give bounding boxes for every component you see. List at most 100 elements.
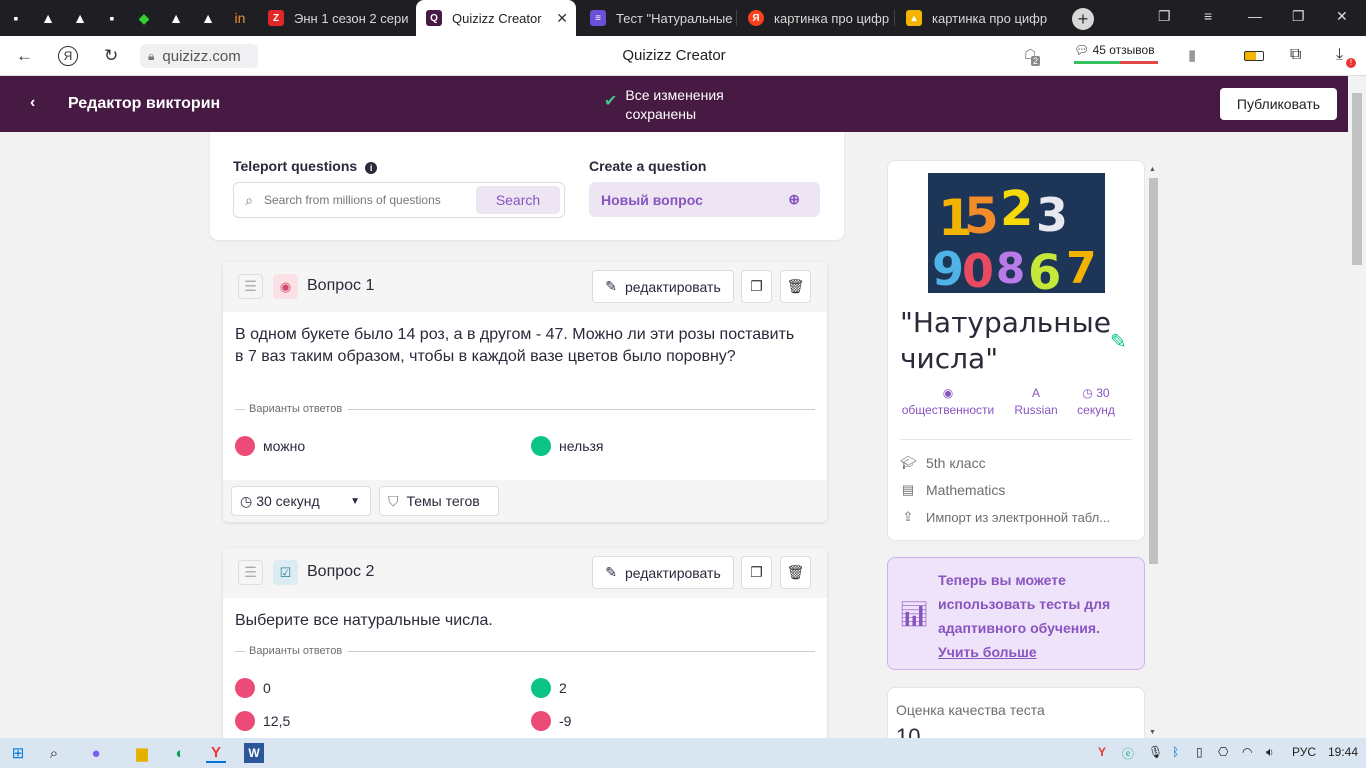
file-explorer-icon[interactable]: ▆ bbox=[132, 743, 152, 763]
word-icon[interactable]: W bbox=[244, 743, 264, 763]
tray-app-icon[interactable]: ⓔ bbox=[1122, 745, 1134, 762]
answer-text: 12,5 bbox=[263, 713, 291, 729]
pinned-tab-icon[interactable]: ◆ bbox=[134, 8, 154, 28]
menu-icon[interactable]: ≡ bbox=[1204, 8, 1212, 24]
battery-icon[interactable] bbox=[1244, 51, 1264, 61]
answer-option: -9 bbox=[531, 711, 571, 731]
new-tab-button[interactable]: + bbox=[1072, 8, 1094, 30]
pinned-tab-icon[interactable]: ▪ bbox=[6, 8, 26, 28]
subject-info[interactable]: ▤ Mathematics bbox=[900, 482, 1006, 498]
edit-button[interactable]: ✎ редактировать bbox=[592, 270, 734, 303]
search-icon[interactable]: ⌕ bbox=[44, 743, 64, 763]
z-icon: Z bbox=[268, 10, 284, 26]
reviews-widget[interactable]: 💬︎ 45 отзывов bbox=[1074, 43, 1155, 57]
duplicate-button[interactable]: ❐ bbox=[741, 556, 772, 589]
bookmark-icon[interactable]: ▮ bbox=[1188, 46, 1196, 64]
edge-icon[interactable]: ◐ bbox=[170, 743, 190, 763]
pinned-tab-icon[interactable]: ▪ bbox=[102, 8, 122, 28]
tab-image-search-2[interactable]: ▴ картинка про цифр bbox=[896, 4, 1052, 32]
camera-icon[interactable]: ⎔ bbox=[1218, 745, 1228, 759]
learn-more-link[interactable]: Учить больше bbox=[938, 644, 1037, 660]
publish-button[interactable]: Публиковать bbox=[1220, 88, 1337, 120]
close-tab-icon[interactable]: ✕ bbox=[556, 10, 568, 27]
yandex-browser-icon[interactable]: Y bbox=[206, 743, 226, 763]
url-field[interactable]: 🔒︎ quizizz.com bbox=[140, 44, 258, 68]
grade-info[interactable]: 🎓︎ 5th класс bbox=[900, 455, 986, 471]
tab-image-search-1[interactable]: Я картинка про цифр bbox=[738, 4, 890, 32]
tab-anime[interactable]: Z Энн 1 сезон 2 сери bbox=[258, 4, 414, 32]
panel-scrollbar-thumb[interactable] bbox=[1149, 178, 1158, 564]
import-info[interactable]: ⇪ Импорт из электронной табл... bbox=[900, 509, 1111, 525]
list-icon: ≡ bbox=[590, 10, 606, 26]
pinned-tab-icon[interactable]: ▲ bbox=[70, 8, 90, 28]
bluetooth-icon[interactable]: ᛒ bbox=[1172, 745, 1179, 759]
delete-button[interactable]: 🗑︎ bbox=[780, 270, 811, 303]
answer-option: 0 bbox=[235, 678, 271, 698]
time-select[interactable]: ◷ 30 секунд ▼ bbox=[231, 486, 371, 516]
reload-icon[interactable]: ↻ bbox=[104, 46, 118, 66]
copy-icon: ❐ bbox=[750, 278, 763, 294]
timer-value: 30 bbox=[1096, 386, 1110, 400]
pinned-tab-icon[interactable]: ▲ bbox=[198, 8, 218, 28]
input-language[interactable]: РУС bbox=[1292, 745, 1316, 759]
time-value: 30 секунд bbox=[256, 493, 320, 509]
download-icon[interactable]: ⤓ bbox=[1336, 46, 1343, 64]
scroll-up-icon[interactable]: ▲ bbox=[1149, 166, 1156, 173]
battery-tray-icon[interactable]: ▯ bbox=[1196, 745, 1203, 759]
chart-icon: 📊︎ bbox=[899, 601, 930, 628]
search-button[interactable]: Search bbox=[476, 186, 560, 214]
pinned-tab-icon[interactable]: in bbox=[230, 8, 250, 28]
browser-tab-bar: ▪ ▲ ▲ ▪ ◆ ▲ ▲ in Z Энн 1 сезон 2 сери Q … bbox=[0, 0, 1366, 36]
svg-text:6: 6 bbox=[1028, 245, 1061, 293]
edit-button[interactable]: ✎ редактировать bbox=[592, 556, 734, 589]
svg-text:9: 9 bbox=[932, 242, 964, 293]
page-scrollbar-thumb[interactable] bbox=[1352, 93, 1362, 265]
tab-test[interactable]: ≡ Тест "Натуральные bbox=[580, 4, 732, 32]
back-arrow-icon[interactable]: ← bbox=[16, 46, 33, 66]
tags-button[interactable]: ⛉ Темы тегов bbox=[379, 486, 499, 516]
wifi-icon[interactable]: ◠ bbox=[1242, 745, 1252, 759]
microphone-icon[interactable]: 🎙︎ bbox=[1148, 745, 1163, 759]
svg-text:2: 2 bbox=[1000, 181, 1033, 237]
drag-handle-icon[interactable]: ☰ bbox=[238, 274, 263, 299]
scroll-down-icon[interactable]: ▼ bbox=[1149, 729, 1156, 736]
language-setting[interactable]: A Russian bbox=[1010, 385, 1062, 419]
pinned-tab-icon[interactable]: ▲ bbox=[166, 8, 186, 28]
yandex-logo-icon[interactable]: Я bbox=[58, 46, 78, 66]
windows-start-icon[interactable]: ⊞ bbox=[8, 743, 28, 763]
new-question-button[interactable]: Новый вопрос ⊕ bbox=[589, 182, 820, 217]
editor-title: Редактор викторин bbox=[68, 95, 221, 112]
panel-scrollbar[interactable]: ▲ ▼ bbox=[1147, 166, 1160, 738]
tab-quizizz-creator[interactable]: Q Quizizz Creator ✕ bbox=[416, 0, 576, 36]
question-tools-card: Teleport questions i ⌕ Search from milli… bbox=[210, 132, 844, 240]
extensions-icon[interactable]: ⧉ bbox=[1290, 46, 1301, 64]
quiz-cover-image[interactable]: 1 5 2 3 9 0 8 6 7 bbox=[928, 173, 1105, 293]
info-icon[interactable]: i bbox=[365, 162, 378, 174]
volume-icon[interactable]: 🔉︎ bbox=[1266, 745, 1274, 760]
yandex-tray-icon[interactable]: Y bbox=[1098, 745, 1106, 759]
collections-icon[interactable]: ❐ bbox=[1158, 8, 1171, 25]
timer-setting[interactable]: ◷ 30 секунд bbox=[1068, 385, 1124, 419]
answer-text: нельзя bbox=[559, 438, 604, 454]
edit-title-icon[interactable]: ✎ bbox=[1110, 329, 1127, 354]
drag-handle-icon[interactable]: ☰ bbox=[238, 560, 263, 585]
delete-button[interactable]: 🗑︎ bbox=[780, 556, 811, 589]
pinned-tab-icon[interactable]: ▲ bbox=[38, 8, 58, 28]
duplicate-button[interactable]: ❐ bbox=[741, 270, 772, 303]
clock[interactable]: 19:44 bbox=[1328, 745, 1358, 759]
close-window-icon[interactable]: ✕ bbox=[1336, 8, 1348, 25]
notification-count: 2 bbox=[1031, 56, 1041, 66]
minimize-icon[interactable]: — bbox=[1248, 8, 1262, 24]
reviews-label: 45 отзывов bbox=[1092, 43, 1155, 57]
checkbox-icon: ☑ bbox=[273, 560, 298, 585]
tab-label: Quizizz Creator bbox=[452, 10, 542, 26]
search-input[interactable]: Search from millions of questions bbox=[264, 193, 476, 207]
trash-icon: 🗑︎ bbox=[786, 278, 805, 294]
alice-icon[interactable]: ● bbox=[86, 743, 106, 763]
visibility-setting[interactable]: ◉ общественности bbox=[898, 385, 998, 419]
address-bar: ← Я ↻ 🔒︎ quizizz.com Quizizz Creator ☖ 2… bbox=[0, 36, 1366, 76]
quiz-info-panel: 1 5 2 3 9 0 8 6 7 "Натуральные числа" ✎ … bbox=[887, 160, 1145, 541]
back-chevron-icon[interactable]: ‹ bbox=[30, 94, 35, 112]
question-number: Вопрос 2 bbox=[307, 563, 375, 580]
restore-icon[interactable]: ❐ bbox=[1292, 8, 1305, 25]
